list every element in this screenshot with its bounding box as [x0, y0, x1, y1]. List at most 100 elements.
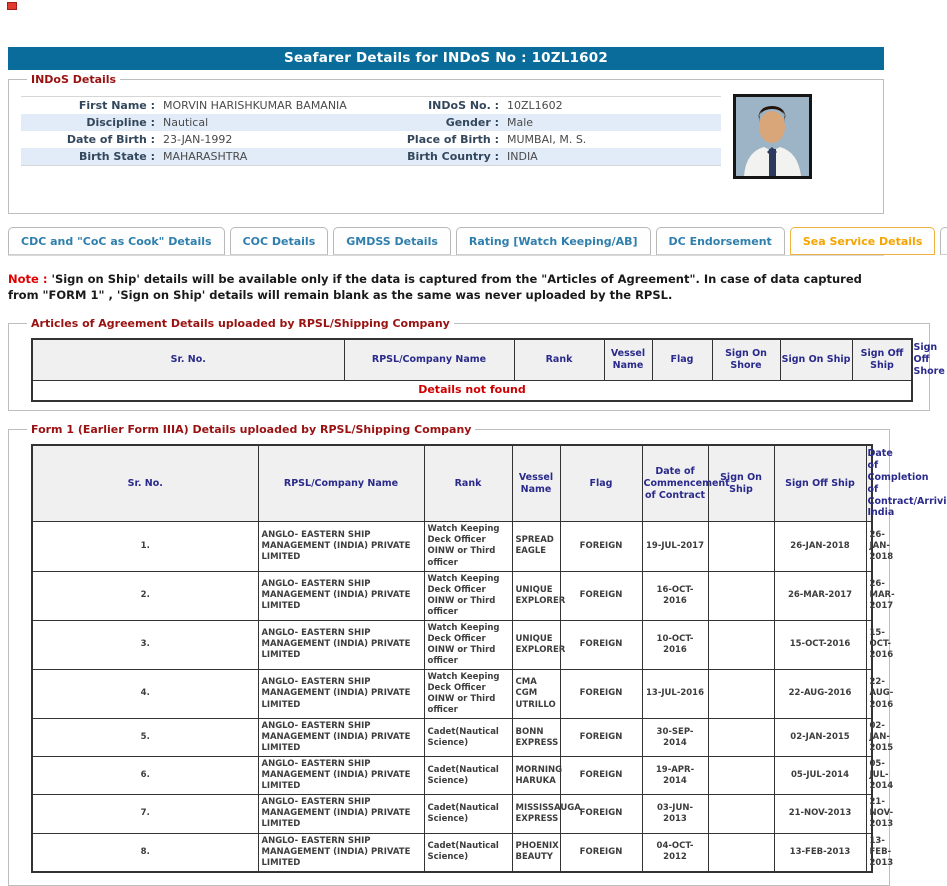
- cell-sign-on-ship: [708, 833, 774, 872]
- cell-vessel-name: BONN EXPRESS: [512, 719, 560, 757]
- agreement-fieldset: Articles of Agreement Details uploaded b…: [8, 317, 930, 411]
- cell-vessel-name: MORNING HARUKA: [512, 757, 560, 795]
- column-header: Date of Commencement of Contract: [642, 445, 708, 522]
- note-prefix: Note :: [8, 272, 47, 286]
- cell-vessel-name: MISSISSAUGA EXPRESS: [512, 795, 560, 833]
- field-label: INDoS No. :: [375, 99, 503, 112]
- field-value: MAHARASHTRA: [159, 150, 375, 163]
- column-header: Rank: [424, 445, 512, 522]
- cell-sr-no: 7.: [32, 795, 258, 833]
- cell-completion-date: 15-OCT-2016: [866, 620, 872, 669]
- cell-rank: Watch Keeping Deck Officer OINW or Third…: [424, 669, 512, 718]
- cell-vessel-name: UNIQUE EXPLORER: [512, 571, 560, 620]
- column-header: RPSL/Company Name: [344, 339, 514, 380]
- table-row: 5. ANGLO- EASTERN SHIP MANAGEMENT (INDIA…: [32, 719, 872, 757]
- cell-sr-no: 1.: [32, 522, 258, 571]
- table-row: 3. ANGLO- EASTERN SHIP MANAGEMENT (INDIA…: [32, 620, 872, 669]
- detail-row: Date of Birth : 23-JAN-1992 Place of Bir…: [21, 131, 721, 148]
- tab[interactable]: Sea Service Details: [790, 227, 936, 255]
- cell-vessel-name: PHOENIX BEAUTY: [512, 833, 560, 872]
- field-label: Gender :: [375, 116, 503, 129]
- tab[interactable]: GMDSS Details: [333, 227, 451, 255]
- indos-details-grid: First Name : MORVIN HARISHKUMAR BAMANIA …: [21, 96, 721, 166]
- empty-row: Details not found: [32, 380, 912, 401]
- cell-sr-no: 5.: [32, 719, 258, 757]
- field-value: INDIA: [503, 150, 721, 163]
- cell-rank: Cadet(Nautical Science): [424, 833, 512, 872]
- column-header: Sign Off Ship: [774, 445, 866, 522]
- agreement-legend: Articles of Agreement Details uploaded b…: [27, 317, 454, 330]
- details-not-found-message: Details not found: [32, 380, 912, 401]
- cell-flag: FOREIGN: [560, 571, 642, 620]
- form1-table: Sr. No.RPSL/Company NameRankVessel NameF…: [31, 444, 873, 873]
- cell-company-name: ANGLO- EASTERN SHIP MANAGEMENT (INDIA) P…: [258, 757, 424, 795]
- page-title: Seafarer Details for INDoS No : 10ZL1602: [8, 47, 884, 70]
- cell-company-name: ANGLO- EASTERN SHIP MANAGEMENT (INDIA) P…: [258, 833, 424, 872]
- column-header: Rank: [514, 339, 604, 380]
- cell-rank: Cadet(Nautical Science): [424, 719, 512, 757]
- cell-flag: FOREIGN: [560, 669, 642, 718]
- seafarer-details-page: Seafarer Details for INDoS No : 10ZL1602…: [8, 47, 884, 886]
- cell-sign-off-ship: 22-AUG-2016: [774, 669, 866, 718]
- cell-commencement-date: 04-OCT-2012: [642, 833, 708, 872]
- tab[interactable]: COC Details: [230, 227, 329, 255]
- cell-sign-on-ship: [708, 719, 774, 757]
- indos-details-legend: INDoS Details: [27, 73, 120, 86]
- cell-sign-on-ship: [708, 522, 774, 571]
- cell-sr-no: 2.: [32, 571, 258, 620]
- table-row: 7. ANGLO- EASTERN SHIP MANAGEMENT (INDIA…: [32, 795, 872, 833]
- cell-completion-date: 26-MAR-2017: [866, 571, 872, 620]
- cell-company-name: ANGLO- EASTERN SHIP MANAGEMENT (INDIA) P…: [258, 522, 424, 571]
- cell-sign-on-ship: [708, 571, 774, 620]
- cell-flag: FOREIGN: [560, 833, 642, 872]
- cell-flag: FOREIGN: [560, 522, 642, 571]
- cell-commencement-date: 16-OCT-2016: [642, 571, 708, 620]
- cell-sign-off-ship: 13-FEB-2013: [774, 833, 866, 872]
- table-row: 4. ANGLO- EASTERN SHIP MANAGEMENT (INDIA…: [32, 669, 872, 718]
- cell-sign-on-ship: [708, 669, 774, 718]
- cell-sr-no: 8.: [32, 833, 258, 872]
- broken-image-icon: [7, 2, 17, 10]
- cell-rank: Cadet(Nautical Science): [424, 795, 512, 833]
- detail-row: First Name : MORVIN HARISHKUMAR BAMANIA …: [21, 97, 721, 114]
- table-row: 1. ANGLO- EASTERN SHIP MANAGEMENT (INDIA…: [32, 522, 872, 571]
- column-header: Date of Completion of Contract/Arriving …: [866, 445, 872, 522]
- tab[interactable]: CDC and "CoC as Cook" Details: [8, 227, 225, 255]
- cell-sign-on-ship: [708, 620, 774, 669]
- cell-vessel-name: CMA CGM UTRILLO: [512, 669, 560, 718]
- cell-sr-no: 3.: [32, 620, 258, 669]
- field-label: Birth Country :: [375, 150, 503, 163]
- field-label: Birth State :: [21, 150, 159, 163]
- cell-commencement-date: 19-APR-2014: [642, 757, 708, 795]
- cell-rank: Watch Keeping Deck Officer OINW or Third…: [424, 571, 512, 620]
- table-row: 8. ANGLO- EASTERN SHIP MANAGEMENT (INDIA…: [32, 833, 872, 872]
- column-header: Vessel Name: [512, 445, 560, 522]
- column-header: Flag: [652, 339, 712, 380]
- cell-vessel-name: UNIQUE EXPLORER: [512, 620, 560, 669]
- cell-company-name: ANGLO- EASTERN SHIP MANAGEMENT (INDIA) P…: [258, 620, 424, 669]
- cell-completion-date: 05-JUL-2014: [866, 757, 872, 795]
- table-row: 2. ANGLO- EASTERN SHIP MANAGEMENT (INDIA…: [32, 571, 872, 620]
- cell-commencement-date: 30-SEP-2014: [642, 719, 708, 757]
- column-header: Sign Off Ship: [852, 339, 912, 380]
- cell-commencement-date: 03-JUN-2013: [642, 795, 708, 833]
- note-text: Note : 'Sign on Ship' details will be av…: [8, 271, 880, 303]
- column-header: Sign On Shore: [712, 339, 780, 380]
- field-label: Discipline :: [21, 116, 159, 129]
- cell-flag: FOREIGN: [560, 795, 642, 833]
- detail-row: Birth State : MAHARASHTRA Birth Country …: [21, 148, 721, 165]
- cell-sign-off-ship: 26-JAN-2018: [774, 522, 866, 571]
- detail-row: Discipline : Nautical Gender : Male: [21, 114, 721, 131]
- field-label: First Name :: [21, 99, 159, 112]
- cell-company-name: ANGLO- EASTERN SHIP MANAGEMENT (INDIA) P…: [258, 571, 424, 620]
- field-value: MUMBAI, M. S.: [503, 133, 721, 146]
- cell-sr-no: 6.: [32, 757, 258, 795]
- column-header: Sign On Ship: [780, 339, 852, 380]
- tab[interactable]: DC Endorsement: [656, 227, 785, 255]
- indos-details-fieldset: INDoS Details First Name : MORVIN HARISH…: [8, 73, 884, 214]
- form1-fieldset: Form 1 (Earlier Form IIIA) Details uploa…: [8, 423, 890, 886]
- tab[interactable]: Training Details: [940, 227, 947, 255]
- cell-sign-on-ship: [708, 757, 774, 795]
- tab[interactable]: Rating [Watch Keeping/AB]: [456, 227, 651, 255]
- cell-vessel-name: SPREAD EAGLE: [512, 522, 560, 571]
